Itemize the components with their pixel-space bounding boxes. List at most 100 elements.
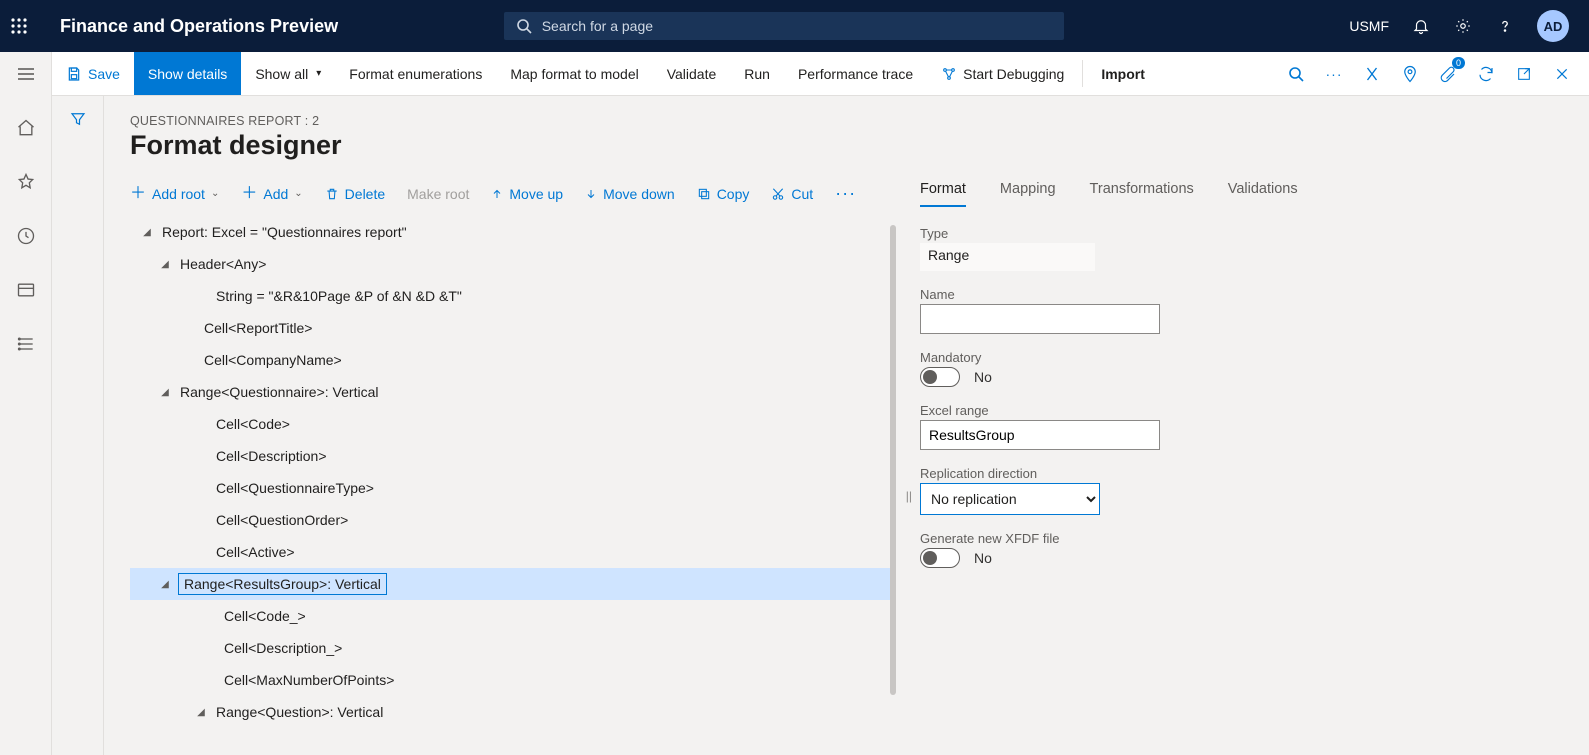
nav-expand-icon[interactable] [6, 56, 46, 92]
splitter-handle[interactable]: || [906, 489, 912, 503]
tree-node[interactable]: String = "&R&10Page &P of &N &D &T" [130, 280, 890, 312]
global-nav-bar: Finance and Operations Preview Search fo… [0, 0, 1589, 52]
tree-node[interactable]: Cell<Description_> [130, 632, 890, 664]
show-all-button[interactable]: Show all▾ [241, 52, 335, 95]
property-tabs: Format Mapping Transformations Validatio… [920, 181, 1340, 208]
tree-node[interactable]: ◢Range<Question>: Vertical [130, 696, 890, 728]
tree-node-selected[interactable]: ◢Range<ResultsGroup>: Vertical [130, 568, 890, 600]
tab-mapping[interactable]: Mapping [1000, 181, 1056, 207]
page-title: Format designer [130, 130, 1563, 161]
global-search[interactable]: Search for a page [504, 12, 1064, 40]
caret-expanded-icon[interactable]: ◢ [158, 259, 172, 270]
trash-icon [325, 187, 339, 201]
company-picker[interactable]: USMF [1349, 18, 1389, 34]
show-details-button[interactable]: Show details [134, 52, 241, 95]
make-root-button: Make root [407, 186, 469, 202]
app-title: Finance and Operations Preview [60, 16, 338, 37]
nav-rail [0, 52, 52, 755]
tree-toolbar: ＋Add root⌄ ＋Add⌄ Delete Make root Move u… [130, 179, 890, 216]
save-button[interactable]: Save [52, 52, 134, 95]
arrow-down-icon [585, 188, 597, 200]
move-up-button[interactable]: Move up [491, 186, 563, 202]
tree-node[interactable]: Cell<Code_> [130, 600, 890, 632]
start-debugging-button[interactable]: Start Debugging [927, 52, 1078, 95]
bell-icon[interactable] [1411, 16, 1431, 36]
search-placeholder: Search for a page [542, 18, 653, 34]
recent-icon[interactable] [6, 218, 46, 254]
replication-direction-label: Replication direction [920, 466, 1340, 481]
validate-button[interactable]: Validate [653, 52, 731, 95]
move-down-button[interactable]: Move down [585, 186, 675, 202]
tree-node[interactable]: Cell<CompanyName> [130, 344, 890, 376]
copy-icon [697, 187, 711, 201]
gear-icon[interactable] [1453, 16, 1473, 36]
attachments-badge: 0 [1452, 57, 1465, 69]
tree-node[interactable]: Cell<Active> [130, 536, 890, 568]
generate-xfdf-label: Generate new XFDF file [920, 531, 1340, 546]
home-icon[interactable] [6, 110, 46, 146]
tree-node[interactable]: ◢Header<Any> [130, 248, 890, 280]
tree-node[interactable]: Cell<QuestionOrder> [130, 504, 890, 536]
caret-expanded-icon[interactable]: ◢ [158, 579, 172, 590]
mandatory-toggle[interactable] [920, 367, 960, 387]
modules-icon[interactable] [6, 326, 46, 362]
close-icon[interactable] [1549, 61, 1575, 87]
tab-validations[interactable]: Validations [1228, 181, 1298, 207]
type-value: Range [920, 243, 1095, 271]
search-action-icon[interactable] [1283, 61, 1309, 87]
map-format-to-model-button[interactable]: Map format to model [496, 52, 652, 95]
filter-pane-toggle[interactable] [52, 96, 104, 755]
caret-expanded-icon[interactable]: ◢ [140, 227, 154, 238]
plus-icon: ＋ [241, 187, 257, 201]
more-icon[interactable]: ··· [835, 183, 856, 204]
popout-icon[interactable] [1511, 61, 1537, 87]
name-input[interactable] [920, 304, 1160, 334]
overflow-icon[interactable]: ··· [1321, 61, 1347, 87]
tree-node[interactable]: Cell<Code> [130, 408, 890, 440]
user-avatar[interactable]: AD [1537, 10, 1569, 42]
chevron-down-icon: ⌄ [211, 188, 219, 199]
tree-node[interactable]: Cell<QuestionnaireType> [130, 472, 890, 504]
filter-icon [69, 110, 87, 128]
action-pane: Save Show details Show all▾ Format enume… [52, 52, 1589, 96]
chevron-down-icon: ⌄ [294, 188, 302, 199]
excel-range-input[interactable] [920, 420, 1160, 450]
format-tree: ◢Report: Excel = "Questionnaires report"… [130, 216, 890, 728]
attachments-icon[interactable]: 0 [1435, 61, 1461, 87]
chevron-down-icon: ▾ [316, 68, 321, 79]
import-button[interactable]: Import [1087, 52, 1159, 95]
location-icon[interactable] [1397, 61, 1423, 87]
mandatory-label: Mandatory [920, 350, 1340, 365]
add-root-button[interactable]: ＋Add root⌄ [130, 186, 219, 202]
tree-node[interactable]: ◢Range<Questionnaire>: Vertical [130, 376, 890, 408]
replication-direction-select[interactable]: No replication [920, 483, 1100, 515]
format-enumerations-button[interactable]: Format enumerations [335, 52, 496, 95]
scrollbar[interactable] [890, 225, 896, 695]
performance-trace-button[interactable]: Performance trace [784, 52, 927, 95]
tree-node[interactable]: Cell<ReportTitle> [130, 312, 890, 344]
star-icon[interactable] [6, 164, 46, 200]
caret-expanded-icon[interactable]: ◢ [158, 387, 172, 398]
options-icon[interactable] [1359, 61, 1385, 87]
caret-expanded-icon[interactable]: ◢ [194, 707, 208, 718]
generate-xfdf-toggle[interactable] [920, 548, 960, 568]
tab-transformations[interactable]: Transformations [1090, 181, 1194, 207]
cut-button[interactable]: Cut [771, 186, 813, 202]
copy-button[interactable]: Copy [697, 186, 750, 202]
tree-node[interactable]: Cell<Description> [130, 440, 890, 472]
debug-icon [941, 66, 957, 82]
tree-node[interactable]: ◢Report: Excel = "Questionnaires report" [130, 216, 890, 248]
tab-format[interactable]: Format [920, 181, 966, 207]
add-button[interactable]: ＋Add⌄ [241, 186, 302, 202]
generate-xfdf-value: No [974, 550, 992, 566]
workspace-icon[interactable] [6, 272, 46, 308]
help-icon[interactable] [1495, 16, 1515, 36]
search-icon [516, 18, 532, 34]
mandatory-value: No [974, 369, 992, 385]
refresh-icon[interactable] [1473, 61, 1499, 87]
tree-node[interactable]: Cell<MaxNumberOfPoints> [130, 664, 890, 696]
delete-button[interactable]: Delete [325, 186, 385, 202]
waffle-icon[interactable] [10, 17, 50, 35]
breadcrumb: QUESTIONNAIRES REPORT : 2 [130, 114, 1563, 128]
run-button[interactable]: Run [730, 52, 784, 95]
